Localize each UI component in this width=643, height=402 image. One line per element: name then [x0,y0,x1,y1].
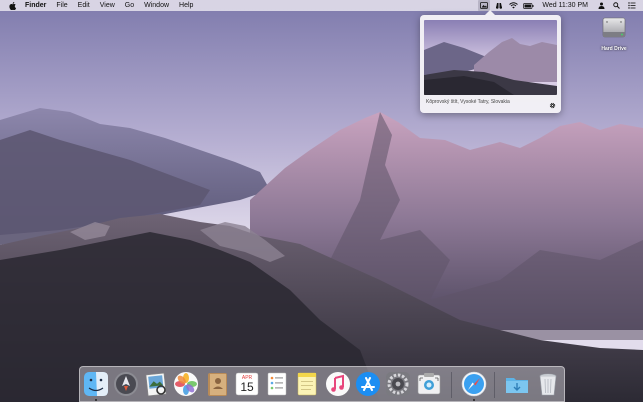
dock-app-launchpad[interactable] [113,371,139,397]
app-store-icon [356,372,380,396]
spotlight-icon [613,2,620,9]
dock-app-reminders[interactable] [264,371,290,397]
wallpaper-popover: Kôprovský štít, Vysoké Tatry, Slovakia [420,10,561,113]
dock-app-screenshot[interactable] [416,371,442,397]
notification-center-icon [627,2,635,9]
finder-icon [84,372,108,396]
calendar-icon: APR 15 [235,372,259,396]
dock-separator [451,372,452,398]
apple-menu[interactable] [7,1,17,10]
system-preferences-icon [386,372,410,396]
desktop-icon-hard-drive[interactable]: Hard Drive [592,15,636,55]
trash-icon [539,373,557,396]
wallpaper-thumbnail[interactable] [424,20,557,95]
apple-logo-icon [8,1,16,10]
dock-app-preview[interactable] [143,371,169,397]
dock-app-photos[interactable] [173,371,199,397]
dock-app-downloads[interactable] [504,371,530,397]
menu-bar-clock[interactable]: Wed 11:30 PM [536,0,594,11]
menu-window[interactable]: Window [139,0,174,11]
hard-drive-icon [602,17,626,38]
dock: APR 15 [79,366,565,402]
contacts-icon [208,373,227,396]
dock-app-app-store[interactable] [355,371,381,397]
menu-file[interactable]: File [51,0,72,11]
preview-icon [145,372,167,397]
downloads-folder-icon [506,378,528,393]
dock-separator [494,372,495,398]
reminders-icon [267,372,287,396]
dock-running-indicator [95,399,97,401]
dock-running-indicator [473,399,475,401]
desktop-icon-label: Hard Drive [601,46,627,52]
dock-app-notes[interactable] [294,371,320,397]
menu-help[interactable]: Help [174,0,198,11]
menu-bar: Finder File Edit View Go Window Help Wed… [0,0,643,11]
calendar-day: 15 [240,380,254,394]
notes-icon [297,372,317,396]
wifi-menu-item[interactable] [508,0,520,11]
dock-app-safari[interactable] [461,371,487,401]
photos-icon [174,372,198,396]
menu-view[interactable]: View [95,0,120,11]
dock-app-finder[interactable] [83,371,109,401]
menu-bar-status-area: Wed 11:30 PM [476,0,643,11]
launchpad-icon [114,372,138,396]
menu-edit[interactable]: Edit [73,0,95,11]
menu-go[interactable]: Go [120,0,139,11]
wallpaper-caption: Kôprovský štít, Vysoké Tatry, Slovakia [426,99,510,105]
dock-app-music[interactable] [325,371,351,397]
menu-finder[interactable]: Finder [17,0,51,11]
user-menu-item[interactable] [596,0,608,11]
user-icon [598,2,605,9]
music-icon [326,372,350,396]
wifi-icon [509,2,519,9]
battery-menu-item[interactable] [523,0,535,11]
popover-arrow [485,10,495,15]
binoculars-icon [495,3,502,9]
notification-center-menu-item[interactable] [626,0,638,11]
safari-icon [461,371,487,397]
dock-app-trash[interactable] [535,371,561,397]
dock-app-contacts[interactable] [204,371,230,397]
spotlight-menu-item[interactable] [611,0,623,11]
screenshot-icon [417,373,441,395]
wallpaper-app-icon [479,2,488,9]
battery-icon [523,2,534,9]
dock-app-system-preferences[interactable] [385,371,411,397]
gear-icon [549,102,556,109]
dock-app-calendar[interactable]: APR 15 [234,371,260,397]
popover-settings-button[interactable] [548,101,557,110]
